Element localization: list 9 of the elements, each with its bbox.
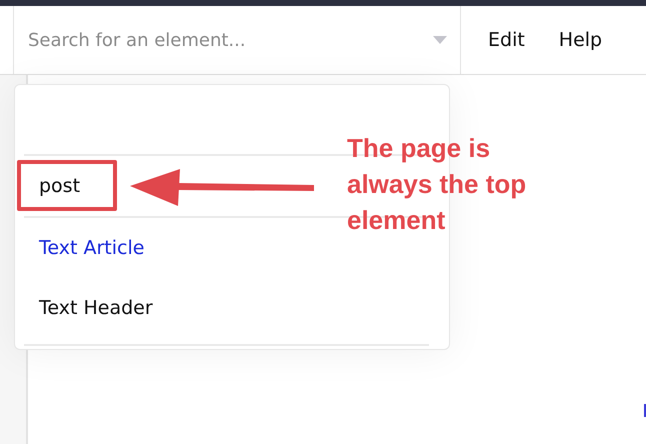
menu-item[interactable]: Help bbox=[558, 29, 602, 51]
text-cursor-icon bbox=[644, 404, 646, 417]
caret-icon bbox=[432, 35, 448, 45]
dropdown-item[interactable]: Text Article bbox=[24, 218, 152, 278]
menu-item[interactable]: Edit bbox=[488, 29, 525, 51]
search-field[interactable]: Search for an element... bbox=[28, 30, 432, 50]
dropdown-item[interactable]: Text Header bbox=[24, 278, 161, 338]
dropdown-item[interactable]: post bbox=[24, 156, 88, 216]
annotation-text: The page is always the top element bbox=[347, 132, 528, 237]
